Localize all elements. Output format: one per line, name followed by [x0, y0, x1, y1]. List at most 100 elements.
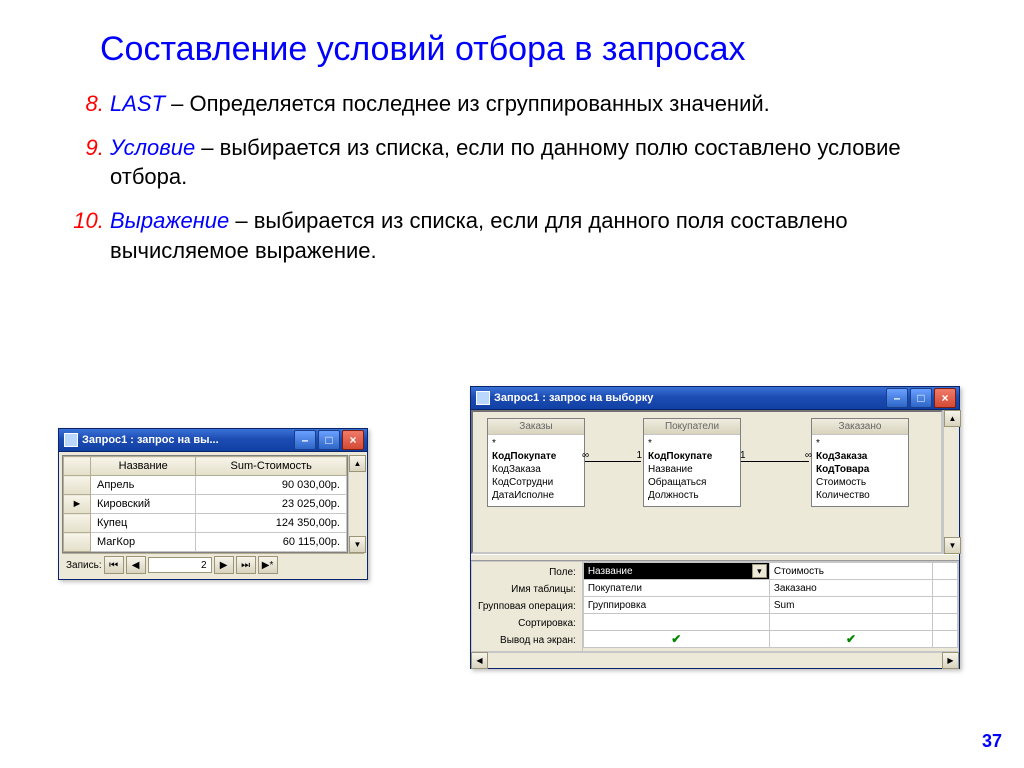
cell-sum[interactable]: 60 115,00р. — [196, 533, 347, 552]
nav-first-button[interactable]: ⏮ — [104, 556, 124, 574]
row-selector[interactable]: ► — [64, 495, 91, 514]
table-field[interactable]: КодПокупате — [648, 450, 736, 463]
record-label: Запись: — [66, 560, 102, 571]
maximize-button[interactable]: □ — [910, 388, 932, 408]
column-header[interactable]: Название — [91, 457, 196, 476]
scroll-left-button[interactable]: ◀ — [471, 652, 488, 669]
qbe-cell[interactable] — [769, 614, 932, 631]
app-icon — [64, 433, 78, 447]
qbe-cell[interactable] — [933, 631, 958, 648]
table-field[interactable]: КодЗаказа — [816, 450, 904, 463]
minimize-button[interactable]: – — [294, 430, 316, 450]
relationship-pane[interactable]: Заказы*КодПокупатеКодЗаказаКодСотрудниДа… — [471, 410, 943, 554]
page-number: 37 — [982, 731, 1002, 752]
nav-prev-button[interactable]: ◀ — [126, 556, 146, 574]
row-selector[interactable] — [64, 476, 91, 495]
row-selector[interactable] — [64, 533, 91, 552]
nav-new-button[interactable]: ▶* — [258, 556, 278, 574]
qbe-grid[interactable]: НазваниеСтоимостьПокупателиЗаказаноГрупп… — [583, 561, 959, 652]
close-button[interactable]: × — [342, 430, 364, 450]
table-field[interactable]: Количество — [816, 489, 904, 502]
scroll-down-button[interactable]: ▼ — [349, 536, 366, 553]
qbe-cell[interactable]: Стоимость — [769, 563, 932, 580]
qbe-cell[interactable] — [933, 580, 958, 597]
qbe-cell[interactable]: Название — [583, 563, 769, 580]
qbe-cell[interactable] — [583, 614, 769, 631]
table-field[interactable]: КодТовара — [816, 463, 904, 476]
column-header[interactable]: Sum-Стоимость — [196, 457, 347, 476]
definition-term: Выражение — [110, 208, 229, 233]
cell-name[interactable]: Кировский — [91, 495, 196, 514]
cell-name[interactable]: Апрель — [91, 476, 196, 495]
definition-list: LAST – Определяется последнее из сгруппи… — [70, 89, 964, 265]
scroll-up-button[interactable]: ▲ — [944, 410, 961, 427]
close-button[interactable]: × — [934, 388, 956, 408]
table-row[interactable]: Купец124 350,00р. — [64, 514, 347, 533]
row-selector[interactable] — [64, 514, 91, 533]
cell-name[interactable]: МагКор — [91, 533, 196, 552]
qbe-label: Поле: — [478, 564, 576, 581]
table-field[interactable]: * — [816, 437, 904, 450]
minimize-button[interactable]: – — [886, 388, 908, 408]
table-field[interactable]: Должность — [648, 489, 736, 502]
qbe-cell[interactable]: Группировка — [583, 597, 769, 614]
row-selector-header[interactable] — [64, 457, 91, 476]
definition-item: LAST – Определяется последнее из сгруппи… — [110, 89, 964, 119]
qbe-cell[interactable]: ✔ — [769, 631, 932, 648]
cell-sum[interactable]: 124 350,00р. — [196, 514, 347, 533]
relationship-line — [585, 461, 641, 462]
scroll-right-button[interactable]: ▶ — [942, 652, 959, 669]
table-field[interactable]: ДатаИсполне — [492, 489, 580, 502]
cell-sum[interactable]: 23 025,00р. — [196, 495, 347, 514]
titlebar[interactable]: Запрос1 : запрос на выборку – □ × — [471, 387, 959, 410]
nav-last-button[interactable]: ⏭ — [236, 556, 256, 574]
query-design-window: Запрос1 : запрос на выборку – □ × Заказы… — [470, 386, 960, 669]
table-field[interactable]: КодПокупате — [492, 450, 580, 463]
cell-name[interactable]: Купец — [91, 514, 196, 533]
table-row[interactable]: МагКор60 115,00р. — [64, 533, 347, 552]
qbe-label: Имя таблицы: — [478, 581, 576, 598]
pane-splitter[interactable] — [471, 554, 959, 561]
scroll-up-button[interactable]: ▲ — [349, 455, 366, 472]
record-number-input[interactable] — [148, 557, 212, 573]
window-title: Запрос1 : запрос на вы... — [82, 434, 294, 446]
table-box[interactable]: Заказано *КодЗаказаКодТовараСтоимостьКоли… — [811, 418, 909, 507]
definition-body: – выбирается из списка, если по данному … — [110, 135, 901, 190]
qbe-cell[interactable]: ✔ — [583, 631, 769, 648]
table-box[interactable]: Покупатели*КодПокупатеНазваниеОбращаться… — [643, 418, 741, 507]
table-title: Заказано — [812, 419, 908, 435]
qbe-cell[interactable] — [933, 614, 958, 631]
table-field[interactable]: КодСотрудни — [492, 476, 580, 489]
relationship-line — [741, 461, 809, 462]
table-field[interactable]: Название — [648, 463, 736, 476]
titlebar[interactable]: Запрос1 : запрос на вы... – □ × — [59, 429, 367, 452]
slide-title: Составление условий отбора в запросах — [100, 30, 964, 69]
definition-body: – Определяется последнее из сгруппирован… — [165, 91, 770, 116]
table-field[interactable]: * — [492, 437, 580, 450]
qbe-row-labels: Поле:Имя таблицы:Групповая операция:Сорт… — [471, 561, 583, 652]
result-grid[interactable]: НазваниеSum-Стоимость Апрель90 030,00р.►… — [63, 456, 347, 552]
scroll-down-button[interactable]: ▼ — [944, 537, 961, 554]
nav-next-button[interactable]: ▶ — [214, 556, 234, 574]
qbe-cell[interactable] — [933, 563, 958, 580]
record-navigator: Запись: ⏮ ◀ ▶ ⏭ ▶* — [62, 553, 364, 576]
definition-item: Условие – выбирается из списка, если по … — [110, 133, 964, 192]
window-title: Запрос1 : запрос на выборку — [494, 392, 886, 404]
table-field[interactable]: КодЗаказа — [492, 463, 580, 476]
table-field[interactable]: Обращаться — [648, 476, 736, 489]
definition-item: Выражение – выбирается из списка, если д… — [110, 206, 964, 265]
table-row[interactable]: ►Кировский23 025,00р. — [64, 495, 347, 514]
table-field[interactable]: Стоимость — [816, 476, 904, 489]
table-field[interactable]: * — [648, 437, 736, 450]
qbe-cell[interactable]: Заказано — [769, 580, 932, 597]
cell-sum[interactable]: 90 030,00р. — [196, 476, 347, 495]
qbe-cell[interactable]: Покупатели — [583, 580, 769, 597]
table-box[interactable]: Заказы*КодПокупатеКодЗаказаКодСотрудниДа… — [487, 418, 585, 507]
definition-term: LAST — [110, 91, 165, 116]
qbe-label: Групповая операция: — [478, 598, 576, 615]
table-row[interactable]: Апрель90 030,00р. — [64, 476, 347, 495]
app-icon — [476, 391, 490, 405]
qbe-cell[interactable] — [933, 597, 958, 614]
maximize-button[interactable]: □ — [318, 430, 340, 450]
qbe-cell[interactable]: Sum — [769, 597, 932, 614]
